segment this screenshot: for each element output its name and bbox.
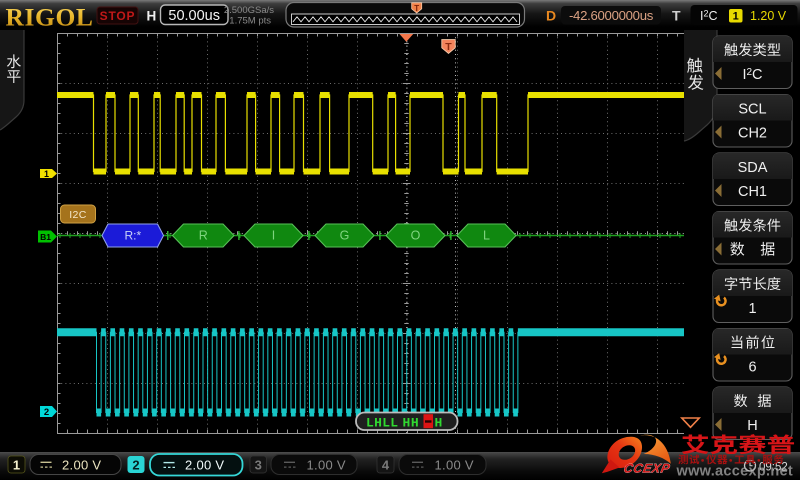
- svg-text:50.00us: 50.00us: [168, 8, 220, 24]
- svg-text:www.accexp.net: www.accexp.net: [676, 463, 793, 479]
- svg-text:1: 1: [748, 301, 756, 317]
- svg-text:2.500GSa/s: 2.500GSa/s: [224, 5, 274, 16]
- svg-text:D: D: [546, 7, 556, 23]
- svg-text:H: H: [147, 8, 157, 23]
- svg-text:1.00 V: 1.00 V: [435, 457, 474, 472]
- svg-text:HH: HH: [403, 415, 420, 430]
- svg-text:1.00 V: 1.00 V: [307, 457, 346, 472]
- svg-text:T: T: [414, 4, 419, 13]
- svg-text:6: 6: [748, 360, 756, 376]
- svg-text:CH1: CH1: [738, 184, 767, 200]
- svg-text:I2C: I2C: [742, 67, 762, 83]
- svg-text:L: L: [483, 229, 490, 243]
- svg-text:I: I: [272, 229, 275, 243]
- svg-text:2: 2: [132, 458, 139, 473]
- svg-text:O: O: [411, 229, 421, 243]
- svg-text:2.00 V: 2.00 V: [62, 457, 101, 472]
- svg-text:1: 1: [733, 11, 739, 23]
- svg-text:STOP: STOP: [100, 9, 136, 23]
- svg-text:B1: B1: [40, 232, 51, 242]
- svg-text:CCEXP: CCEXP: [622, 462, 671, 476]
- svg-text:H: H: [435, 415, 443, 430]
- svg-text:3: 3: [255, 458, 262, 473]
- svg-text:4: 4: [382, 458, 390, 473]
- svg-text:T: T: [445, 41, 452, 53]
- svg-text:SCL: SCL: [738, 102, 766, 118]
- svg-text:SDA: SDA: [738, 160, 768, 176]
- svg-text:1: 1: [13, 458, 20, 473]
- svg-text:G: G: [340, 229, 350, 243]
- svg-text:2.00 V: 2.00 V: [185, 458, 224, 473]
- svg-text:R:*: R:*: [124, 229, 141, 243]
- svg-text:RIGOL: RIGOL: [6, 3, 94, 32]
- svg-text:CH2: CH2: [738, 126, 767, 142]
- svg-text:LHLL: LHLL: [366, 415, 398, 430]
- svg-text:I2C: I2C: [700, 8, 718, 23]
- svg-text:1: 1: [44, 169, 49, 179]
- svg-text:1.20 V: 1.20 V: [750, 9, 787, 23]
- svg-text:T: T: [672, 7, 681, 23]
- svg-text:2: 2: [44, 407, 49, 418]
- svg-text:H: H: [747, 418, 757, 434]
- svg-text:1.75M pts: 1.75M pts: [229, 16, 271, 27]
- svg-text:R: R: [199, 229, 208, 243]
- svg-text:-42.6000000us: -42.6000000us: [569, 8, 654, 23]
- svg-text:I2C: I2C: [69, 209, 87, 221]
